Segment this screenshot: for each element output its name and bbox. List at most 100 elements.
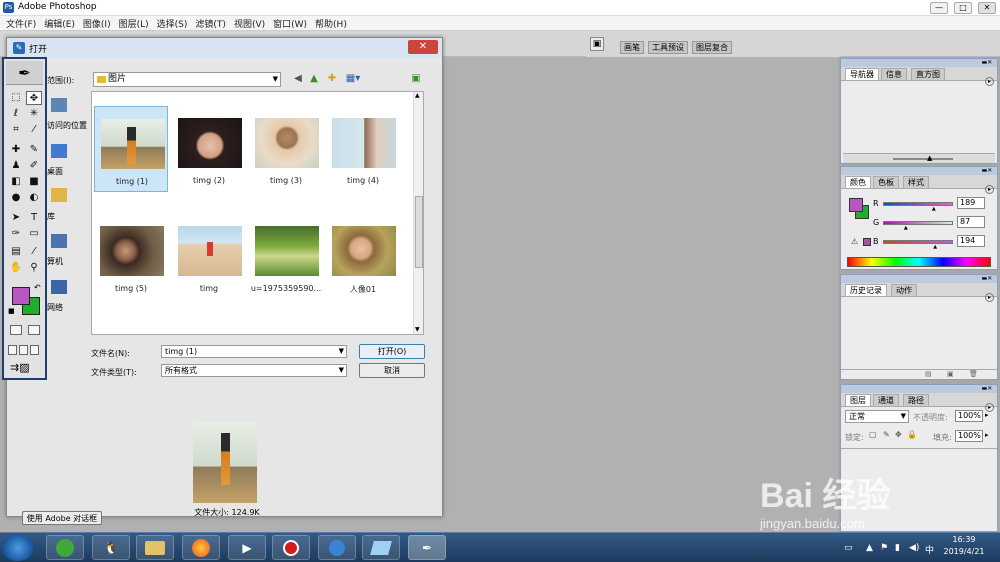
slice-tool-icon[interactable]: ⁄ xyxy=(26,123,42,137)
file-item[interactable]: timg (3) xyxy=(249,106,323,192)
marquee-tool-icon[interactable]: ⬚ xyxy=(8,91,24,105)
gamut-color-swatch[interactable] xyxy=(863,238,871,246)
tray-flag-icon[interactable]: ⚑ xyxy=(880,543,888,553)
tab-layers[interactable]: 图层 xyxy=(845,394,871,406)
file-list-scrollbar[interactable]: ▲ ▼ xyxy=(413,92,423,334)
file-item[interactable]: timg (5) xyxy=(94,214,168,300)
panel-menu-icon[interactable]: ▸ xyxy=(985,293,994,302)
open-button[interactable]: 打开(O) xyxy=(359,344,425,359)
screen-mode-full-icon[interactable] xyxy=(30,345,39,355)
screen-mode-full-menu-icon[interactable] xyxy=(19,345,28,355)
hand-tool-icon[interactable]: ✋ xyxy=(8,261,24,275)
navigator-zoom-slider[interactable] xyxy=(893,158,953,160)
fill-arrow-icon[interactable]: ▸ xyxy=(985,431,989,439)
dock-tab-tool-presets[interactable]: 工具预设 xyxy=(648,41,688,54)
gradient-tool-icon[interactable]: ■ xyxy=(26,175,42,189)
fill-value[interactable]: 100% xyxy=(955,430,983,442)
clone-stamp-icon[interactable]: ♟ xyxy=(8,159,24,173)
brush-tool-icon[interactable]: ✎ xyxy=(26,143,42,157)
tab-color[interactable]: 颜色 xyxy=(845,176,871,188)
place-library[interactable]: 库 xyxy=(47,211,55,222)
taskbar-qq-icon[interactable]: 🐧 xyxy=(92,535,130,560)
foreground-color-swatch[interactable] xyxy=(12,287,30,305)
g-slider[interactable] xyxy=(883,221,953,225)
r-slider[interactable] xyxy=(883,202,953,206)
opacity-arrow-icon[interactable]: ▸ xyxy=(985,411,989,419)
quick-mask-icon[interactable] xyxy=(28,325,40,335)
lasso-tool-icon[interactable]: ℓ xyxy=(8,107,24,121)
scroll-thumb[interactable] xyxy=(415,196,423,268)
tab-navigator[interactable]: 导航器 xyxy=(845,68,879,80)
taskbar-app-icon[interactable] xyxy=(318,535,356,560)
tab-histogram[interactable]: 直方图 xyxy=(911,68,945,80)
dock-tab-layer-comps[interactable]: 图层复合 xyxy=(692,41,732,54)
pen-tool-icon[interactable]: ✑ xyxy=(8,227,24,241)
healing-brush-icon[interactable]: ✚ xyxy=(8,143,24,157)
back-icon[interactable]: ◀ xyxy=(291,72,305,86)
opacity-value[interactable]: 100% xyxy=(955,410,983,422)
taskbar-player-icon[interactable]: ▶ xyxy=(228,535,266,560)
menu-layer[interactable]: 图层(L) xyxy=(119,17,149,30)
tab-actions[interactable]: 动作 xyxy=(891,284,917,296)
type-tool-icon[interactable]: T xyxy=(26,211,42,225)
file-item[interactable]: u=1975359590... xyxy=(249,214,323,300)
taskbar-browser-icon[interactable] xyxy=(46,535,84,560)
screen-mode-standard-icon[interactable] xyxy=(8,345,17,355)
feather-icon[interactable]: ✒ xyxy=(6,61,43,85)
tray-arrow-icon[interactable]: ▲ xyxy=(866,543,873,553)
filename-input[interactable]: timg (1) ▼ xyxy=(161,345,347,358)
create-folder-icon[interactable]: ▣ xyxy=(409,72,423,86)
panel-header[interactable]: ▬✕ xyxy=(841,275,997,283)
scroll-down-icon[interactable]: ▼ xyxy=(415,326,420,333)
scroll-up-icon[interactable]: ▲ xyxy=(415,92,420,99)
menu-file[interactable]: 文件(F) xyxy=(6,17,36,30)
notes-tool-icon[interactable]: ▤ xyxy=(8,245,24,259)
panel-minimize-icon[interactable]: ▬✕ xyxy=(979,385,995,393)
tray-network-icon[interactable]: ▮ xyxy=(895,543,900,553)
new-document-icon[interactable]: ▤ xyxy=(925,370,932,378)
panel-minimize-icon[interactable]: ▬✕ xyxy=(979,59,995,67)
taskbar-notes-icon[interactable] xyxy=(362,535,400,560)
new-folder-icon[interactable]: ✚ xyxy=(325,72,339,86)
magic-wand-icon[interactable]: ✳ xyxy=(26,107,42,121)
tab-swatches[interactable]: 色板 xyxy=(873,176,899,188)
blur-tool-icon[interactable]: ● xyxy=(8,191,24,205)
history-brush-icon[interactable]: ✐ xyxy=(26,159,42,173)
panel-menu-icon[interactable]: ▸ xyxy=(985,185,994,194)
color-panel-foreground-swatch[interactable] xyxy=(849,198,863,212)
gamut-warning-icon[interactable]: ⚠ xyxy=(851,237,858,246)
g-slider-thumb[interactable]: ▲ xyxy=(904,226,910,231)
menu-help[interactable]: 帮助(H) xyxy=(315,17,347,30)
move-tool-icon[interactable]: ✥ xyxy=(26,91,42,105)
menu-image[interactable]: 图像(I) xyxy=(83,17,111,30)
panel-menu-icon[interactable]: ▸ xyxy=(985,77,994,86)
place-desktop[interactable]: 桌面 xyxy=(47,166,63,177)
lock-transparency-icon[interactable]: ▢ xyxy=(869,430,877,439)
crop-tool-icon[interactable]: ⌗ xyxy=(8,123,24,137)
menu-edit[interactable]: 编辑(E) xyxy=(44,17,75,30)
color-ramp[interactable] xyxy=(847,257,991,267)
trash-icon[interactable]: 🗑 xyxy=(969,370,978,378)
panel-minimize-icon[interactable]: ▬✕ xyxy=(979,167,995,175)
panel-minimize-icon[interactable]: ▬✕ xyxy=(979,275,995,283)
file-browser-icon[interactable]: ▣ xyxy=(590,37,604,51)
minimize-button[interactable]: — xyxy=(930,2,948,14)
r-value[interactable]: 189 xyxy=(957,197,985,209)
tab-history[interactable]: 历史记录 xyxy=(845,284,887,296)
dialog-close-button[interactable]: ✕ xyxy=(408,40,438,54)
tray-keyboard-icon[interactable]: ▭ xyxy=(844,543,853,553)
b-slider-thumb[interactable]: ▲ xyxy=(933,245,939,250)
menu-select[interactable]: 选择(S) xyxy=(157,17,188,30)
tab-paths[interactable]: 路径 xyxy=(903,394,929,406)
tab-info[interactable]: 信息 xyxy=(881,68,907,80)
r-slider-thumb[interactable]: ▲ xyxy=(932,207,938,212)
filetype-dropdown[interactable]: 所有格式 ▼ xyxy=(161,364,347,377)
eraser-tool-icon[interactable]: ◧ xyxy=(8,175,24,189)
default-colors-icon[interactable]: ■ xyxy=(8,307,15,315)
view-menu-icon[interactable]: ▦▾ xyxy=(343,72,363,86)
file-item[interactable]: timg (4) xyxy=(326,106,400,192)
path-select-icon[interactable]: ➤ xyxy=(8,211,24,225)
dodge-tool-icon[interactable]: ◐ xyxy=(26,191,42,205)
lock-position-icon[interactable]: ✥ xyxy=(895,430,902,439)
place-network[interactable]: 网络 xyxy=(47,302,63,313)
